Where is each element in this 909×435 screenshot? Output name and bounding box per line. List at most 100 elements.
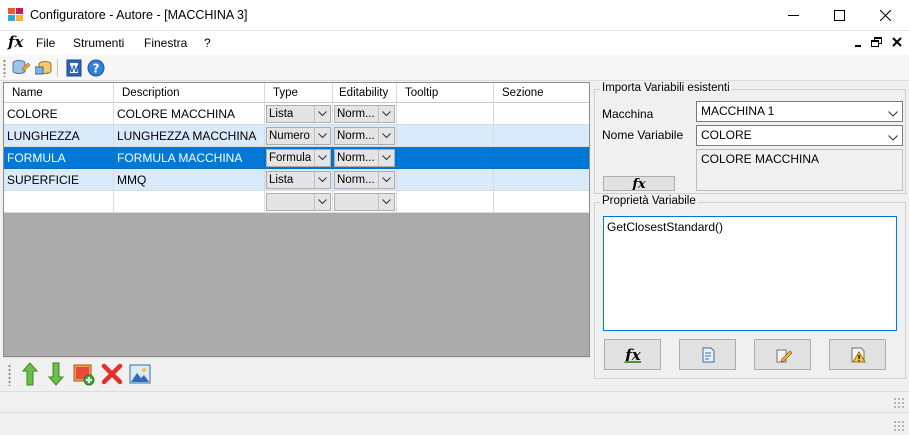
cell-name[interactable]: COLORE bbox=[4, 103, 114, 125]
add-image-icon[interactable] bbox=[72, 362, 96, 386]
cell-sezione[interactable] bbox=[494, 169, 589, 191]
app-logo-icon bbox=[8, 8, 24, 22]
column-header-name[interactable]: Name bbox=[4, 83, 114, 103]
menu-finestra[interactable]: Finestra bbox=[144, 36, 187, 50]
chevron-down-icon[interactable] bbox=[378, 150, 394, 166]
toolbar-grip[interactable] bbox=[3, 59, 6, 77]
editability-combo[interactable]: Norm... bbox=[334, 171, 395, 189]
cell-type: Lista bbox=[265, 169, 333, 191]
database-import-icon[interactable] bbox=[34, 59, 53, 77]
close-button[interactable] bbox=[862, 0, 908, 31]
fx-icon: fx bbox=[624, 346, 641, 364]
column-header-description[interactable]: Description bbox=[114, 83, 265, 103]
cell-description[interactable]: LUNGHEZZA MACCHINA bbox=[114, 125, 265, 147]
table-row[interactable]: SUPERFICIE MMQ Lista Norm... bbox=[4, 169, 589, 191]
minimize-icon bbox=[787, 15, 799, 16]
menu-file[interactable]: File bbox=[36, 36, 55, 50]
grid-header: Name Description Type Editability Toolti… bbox=[4, 83, 589, 103]
chevron-down-icon[interactable] bbox=[888, 130, 898, 144]
column-header-sezione[interactable]: Sezione bbox=[494, 83, 589, 103]
menu-help[interactable]: ? bbox=[204, 36, 211, 50]
type-combo[interactable]: Formula bbox=[266, 149, 331, 167]
cell-tooltip[interactable] bbox=[397, 103, 494, 125]
edit-pencil-button[interactable] bbox=[754, 339, 811, 370]
import-fx-button[interactable]: fx bbox=[603, 176, 675, 191]
mdi-close-button[interactable] bbox=[890, 35, 904, 49]
resize-grip-icon[interactable] bbox=[893, 397, 905, 409]
editability-combo[interactable]: Norm... bbox=[334, 127, 395, 145]
picture-icon[interactable] bbox=[128, 362, 152, 386]
minimize-button[interactable] bbox=[770, 0, 816, 31]
delete-x-icon[interactable] bbox=[100, 362, 124, 386]
cell-description[interactable]: FORMULA MACCHINA bbox=[114, 147, 265, 169]
insert-function-button[interactable]: fx bbox=[604, 339, 661, 370]
cell-sezione[interactable] bbox=[494, 125, 589, 147]
mdi-restore-button[interactable] bbox=[870, 35, 884, 49]
cell-type: Lista bbox=[265, 103, 333, 125]
move-down-arrow-icon[interactable] bbox=[44, 362, 68, 386]
chevron-down-icon[interactable] bbox=[314, 194, 330, 210]
table-row[interactable]: COLORE COLORE MACCHINA Lista Norm... bbox=[4, 103, 589, 125]
chevron-down-icon[interactable] bbox=[314, 128, 330, 144]
column-header-tooltip[interactable]: Tooltip bbox=[397, 83, 494, 103]
cell-description[interactable] bbox=[114, 191, 265, 213]
cell-tooltip[interactable] bbox=[397, 125, 494, 147]
cell-tooltip[interactable] bbox=[397, 169, 494, 191]
type-combo[interactable]: Lista bbox=[266, 171, 331, 189]
chevron-down-icon[interactable] bbox=[314, 172, 330, 188]
cell-name[interactable]: FORMULA bbox=[4, 147, 114, 169]
editability-combo[interactable]: Norm... bbox=[334, 105, 395, 123]
cell-type: Numero bbox=[265, 125, 333, 147]
editability-combo[interactable] bbox=[334, 193, 395, 211]
cell-tooltip[interactable] bbox=[397, 147, 494, 169]
chevron-down-icon[interactable] bbox=[378, 194, 394, 210]
cell-tooltip[interactable] bbox=[397, 191, 494, 213]
word-document-icon[interactable]: W bbox=[65, 59, 83, 77]
cell-sezione[interactable] bbox=[494, 103, 589, 125]
mdi-minimize-button[interactable] bbox=[852, 35, 866, 49]
nome-variabile-select[interactable]: COLORE bbox=[696, 125, 903, 146]
warning-button[interactable] bbox=[829, 339, 886, 370]
cell-name[interactable]: LUNGHEZZA bbox=[4, 125, 114, 147]
cell-description[interactable]: COLORE MACCHINA bbox=[114, 103, 265, 125]
database-edit-icon[interactable] bbox=[12, 59, 31, 77]
move-up-arrow-icon[interactable] bbox=[18, 362, 42, 386]
chevron-down-icon[interactable] bbox=[378, 172, 394, 188]
menu-bar: fx File Strumenti Finestra ? bbox=[0, 31, 909, 55]
chevron-down-icon[interactable] bbox=[888, 106, 898, 120]
type-combo[interactable]: Numero bbox=[266, 127, 331, 145]
cell-name[interactable]: SUPERFICIE bbox=[4, 169, 114, 191]
cell-sezione[interactable] bbox=[494, 191, 589, 213]
toolbar-grip[interactable] bbox=[8, 364, 11, 386]
maximize-button[interactable] bbox=[816, 0, 862, 31]
type-combo[interactable] bbox=[266, 193, 331, 211]
menu-strumenti[interactable]: Strumenti bbox=[73, 36, 124, 50]
macchina-select-value: MACCHINA 1 bbox=[701, 104, 775, 118]
variables-grid[interactable]: Name Description Type Editability Toolti… bbox=[3, 82, 590, 357]
table-row-new[interactable] bbox=[4, 191, 589, 213]
chevron-down-icon[interactable] bbox=[314, 150, 330, 166]
cell-description[interactable]: MMQ bbox=[114, 169, 265, 191]
edit-document-button[interactable] bbox=[679, 339, 736, 370]
cell-name[interactable] bbox=[4, 191, 114, 213]
table-row[interactable]: LUNGHEZZA LUNGHEZZA MACCHINA Numero Norm… bbox=[4, 125, 589, 147]
help-icon[interactable]: ? bbox=[87, 59, 105, 77]
column-header-type[interactable]: Type bbox=[265, 83, 333, 103]
column-header-editability[interactable]: Editability bbox=[333, 83, 397, 103]
resize-grip-icon[interactable] bbox=[893, 420, 905, 432]
import-group-title: Importa Variabili esistenti bbox=[600, 82, 732, 94]
fx-icon: fx bbox=[632, 177, 646, 191]
table-row-selected[interactable]: FORMULA FORMULA MACCHINA Formula Norm... bbox=[4, 147, 589, 169]
editability-combo[interactable]: Norm... bbox=[334, 149, 395, 167]
cell-type: Formula bbox=[265, 147, 333, 169]
cell-sezione[interactable] bbox=[494, 147, 589, 169]
fx-app-icon[interactable]: fx bbox=[8, 33, 23, 51]
chevron-down-icon[interactable] bbox=[378, 128, 394, 144]
macchina-select[interactable]: MACCHINA 1 bbox=[696, 101, 903, 122]
inner-status-bar bbox=[0, 391, 909, 412]
maximize-icon bbox=[833, 10, 845, 21]
chevron-down-icon[interactable] bbox=[378, 106, 394, 122]
type-combo[interactable]: Lista bbox=[266, 105, 331, 123]
chevron-down-icon[interactable] bbox=[314, 106, 330, 122]
formula-textarea[interactable]: GetClosestStandard() bbox=[603, 216, 897, 331]
